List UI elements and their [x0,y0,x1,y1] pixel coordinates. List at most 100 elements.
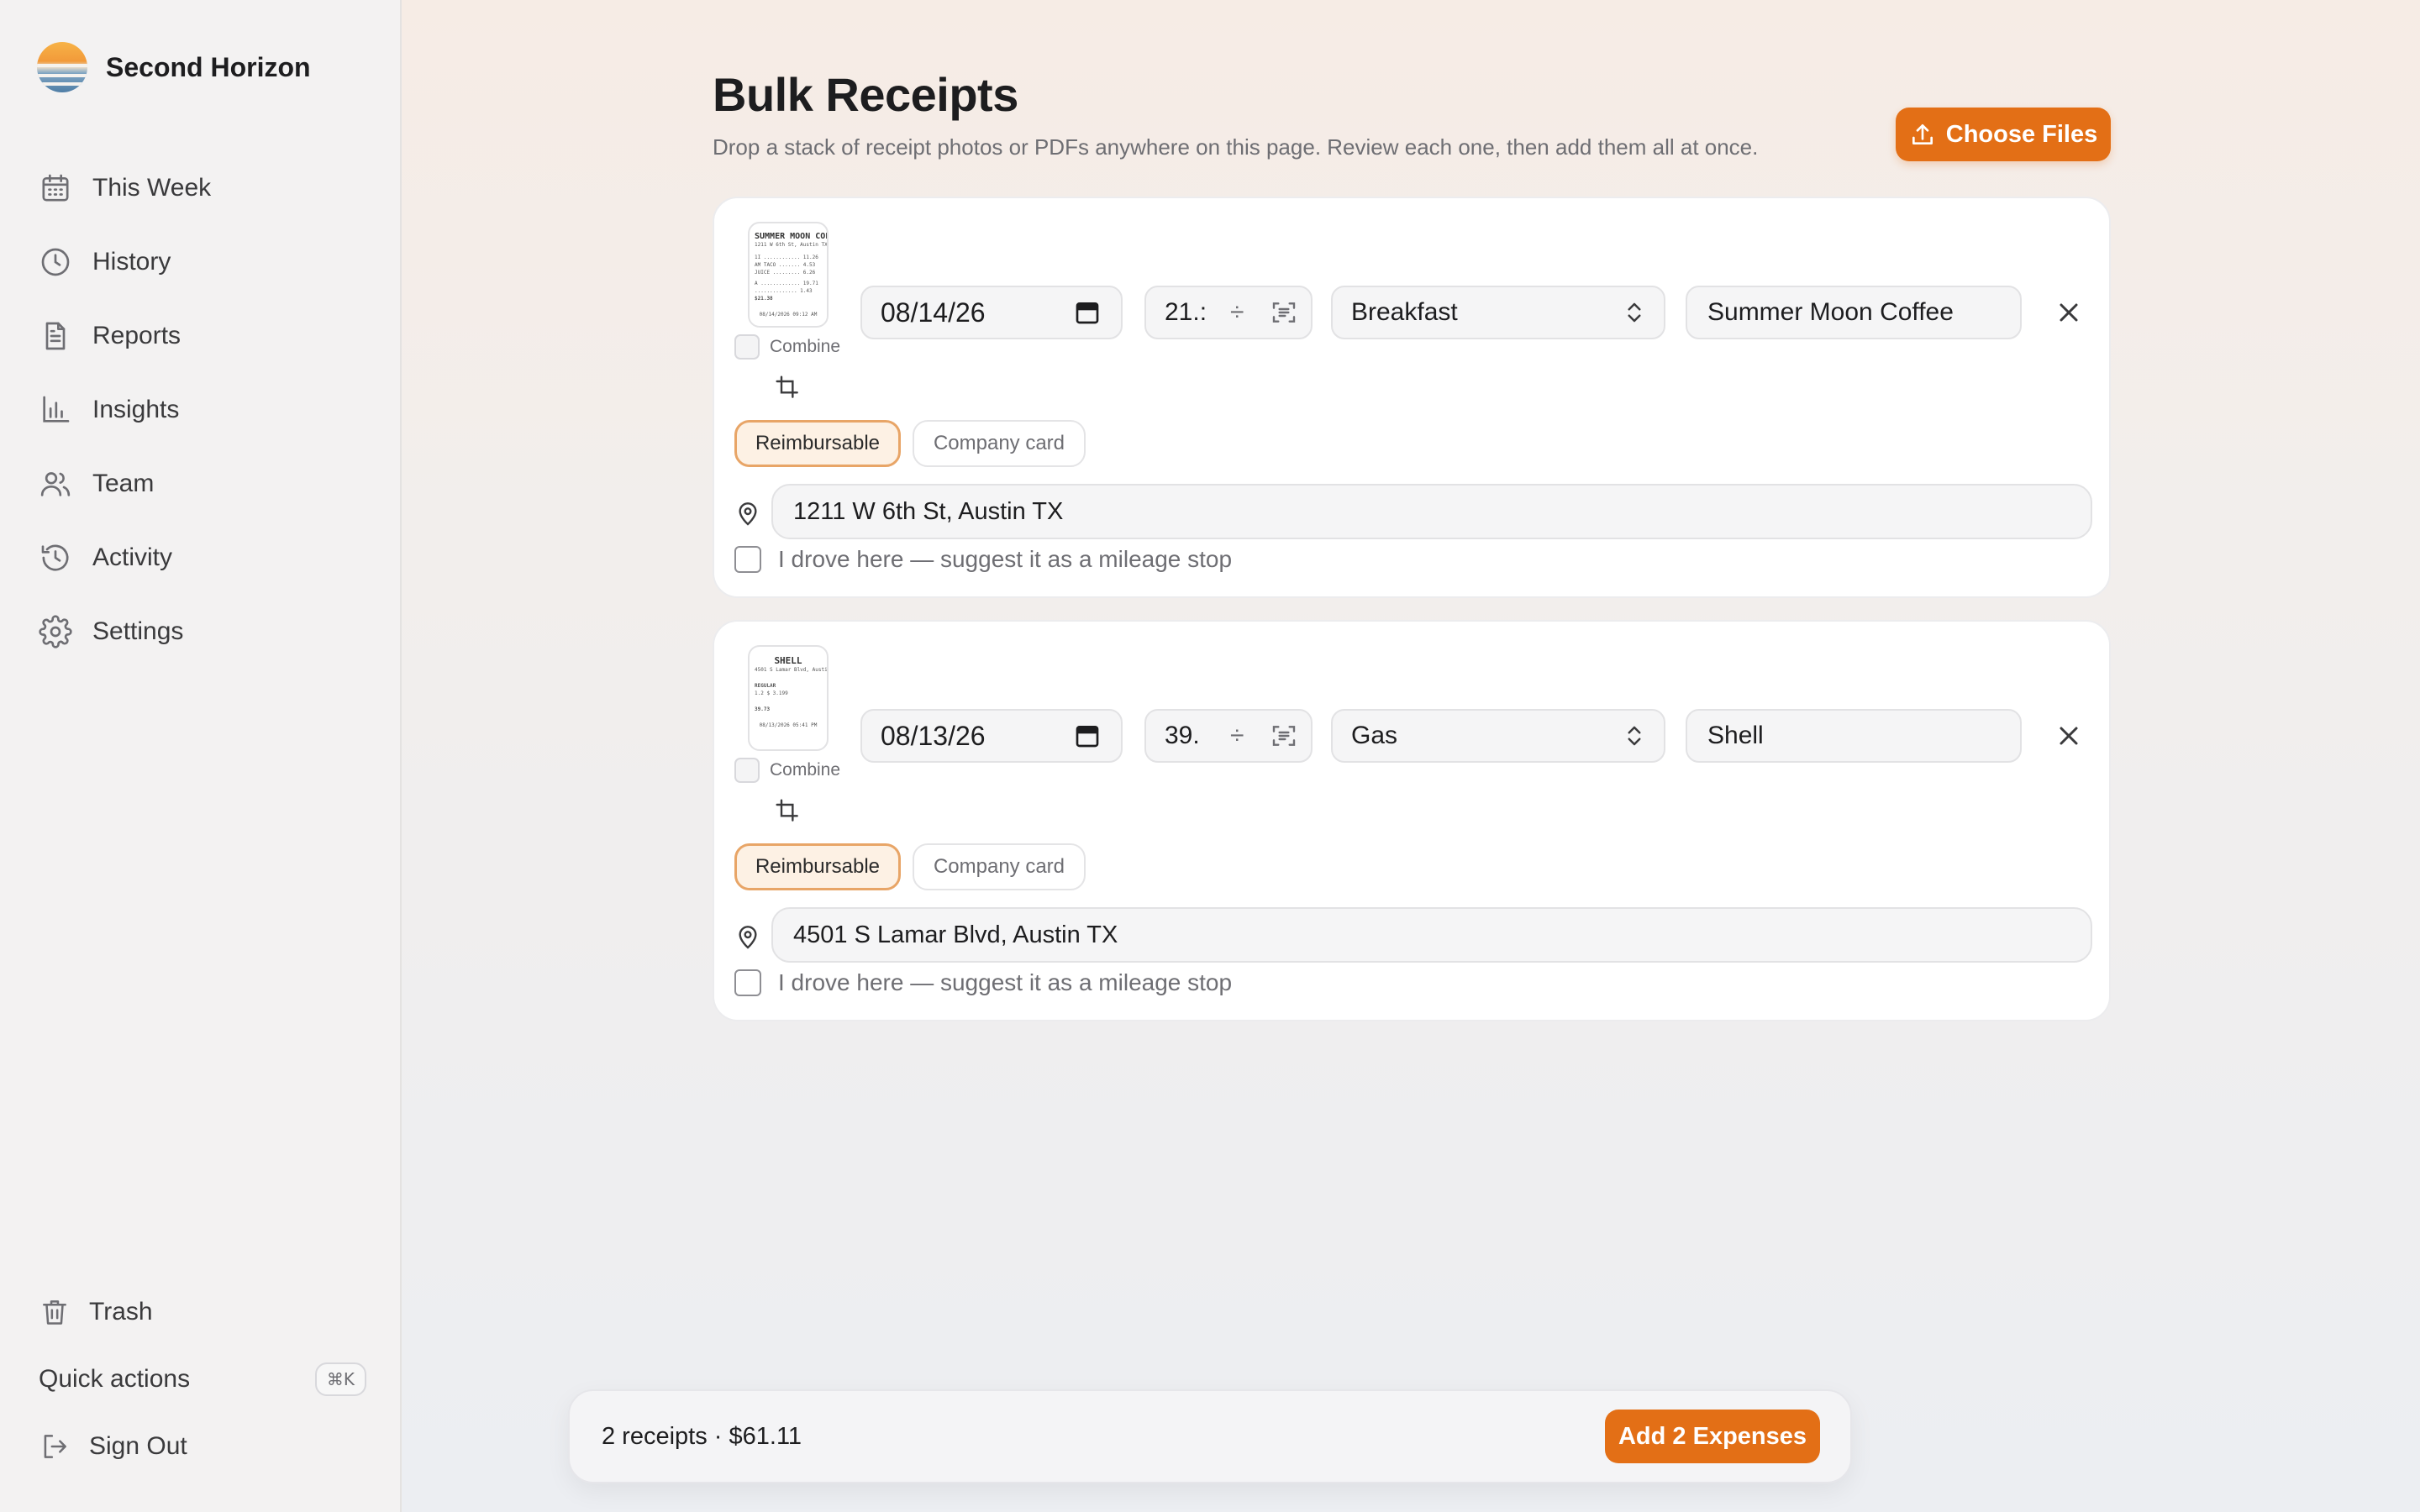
reimbursable-label: Reimbursable [755,432,881,454]
amount-input[interactable]: 21.: ÷ [1144,286,1313,339]
mileage-stop-option[interactable]: I drove here — suggest it as a mileage s… [734,969,1232,996]
reimbursable-toggle[interactable]: Reimbursable [734,420,901,467]
mileage-stop-checkbox[interactable] [734,546,761,573]
nav-label: Activity [92,543,173,571]
quick-actions[interactable]: Quick actions ⌘K [39,1346,366,1413]
split-icon[interactable]: ÷ [1230,298,1244,327]
brand-logo-icon [37,42,87,92]
trash-icon [43,1300,66,1325]
mileage-stop-option[interactable]: I drove here — suggest it as a mileage s… [734,546,1232,573]
combine-label: Combine [770,760,841,780]
amount-value: 39. [1165,722,1200,749]
merchant-value: Summer Moon Coffee [1707,298,1954,326]
main-nav: This Week History Reports Insights Team … [39,151,211,669]
combine-checkbox[interactable] [734,758,760,783]
category-value: Breakfast [1351,298,1458,326]
sign-out-icon [44,1435,66,1458]
address-value: 1211 W 6th St, Austin TX [793,497,1064,525]
nav-label: Team [92,470,155,497]
sign-out-label: Sign Out [89,1432,187,1460]
nav-item-team[interactable]: Team [39,447,211,521]
receipt-summary: 2 receipts · $61.11 [602,1423,802,1450]
nav-item-settings[interactable]: Settings [39,595,211,669]
receipt-thumbnail[interactable]: SHELL 4501 S Lamar Blvd, Austin REGULAR … [748,645,829,751]
mileage-stop-label: I drove here — suggest it as a mileage s… [778,969,1233,995]
history-icon [41,544,69,571]
add-expenses-label: Add 2 Expenses [1618,1422,1807,1450]
nav-item-this-week[interactable]: This Week [39,151,211,225]
page-title: Bulk Receipts [713,68,1018,121]
nav-label: Insights [92,396,180,423]
brand-name: Second Horizon [106,51,311,82]
mileage-stop-label: I drove here — suggest it as a mileage s… [778,546,1233,572]
thumbnail-title: SHELL [774,655,802,666]
reimbursable-label: Reimbursable [755,855,881,878]
reimbursable-toggle[interactable]: Reimbursable [734,843,901,890]
combine-toggle[interactable]: Combine [734,334,840,360]
sign-out-button[interactable]: Sign Out [39,1413,366,1480]
combine-label: Combine [770,337,841,356]
users-icon [40,472,71,496]
nav-item-trash[interactable]: Trash [39,1278,366,1346]
choose-files-label: Choose Files [1945,120,2098,148]
sidebar: Second Horizon This Week History Reports… [0,0,402,1512]
scan-icon[interactable] [1270,722,1297,749]
crop-icon[interactable] [775,375,802,402]
quick-actions-shortcut: ⌘K [314,1362,366,1396]
category-select[interactable]: Breakfast [1331,286,1665,339]
merchant-input[interactable]: Shell [1686,709,2022,763]
nav-label: Settings [92,617,184,645]
add-expenses-button[interactable]: Add 2 Expenses [1605,1410,1820,1463]
nav-label: This Week [92,174,212,202]
remove-receipt-icon[interactable] [2054,297,2084,328]
upload-icon [1912,124,1933,144]
combine-toggle[interactable]: Combine [734,758,840,783]
date-input[interactable]: 08/14/26 [860,286,1123,339]
bulk-summary-bar: 2 receipts · $61.11 Add 2 Expenses [568,1389,1852,1483]
category-select[interactable]: Gas [1331,709,1665,763]
bottom-nav: Trash Quick actions ⌘K Sign Out [39,1278,366,1480]
date-value: 08/13/26 [881,720,986,751]
receipt-thumbnail[interactable]: SUMMER MOON COFFE 1211 W 6th St, Austin … [748,222,829,328]
nav-item-history[interactable]: History [39,225,211,299]
nav-label: Reports [92,322,182,349]
crop-icon[interactable] [775,798,802,825]
nav-item-insights[interactable]: Insights [39,373,211,447]
gear-icon [39,615,72,648]
amount-value: 21.: [1165,298,1205,326]
address-input[interactable]: 1211 W 6th St, Austin TX [771,484,2092,539]
date-value: 08/14/26 [881,297,986,328]
nav-item-activity[interactable]: Activity [39,521,211,595]
document-icon [45,322,66,350]
date-input[interactable]: 08/13/26 [860,709,1123,763]
trash-label: Trash [89,1298,153,1326]
company-card-label: Company card [933,432,1065,454]
amount-input[interactable]: 39. ÷ [1144,709,1313,763]
quick-actions-label: Quick actions [39,1365,191,1393]
calendar-icon[interactable] [1074,722,1101,749]
nav-item-reports[interactable]: Reports [39,299,211,373]
mileage-stop-checkbox[interactable] [734,969,761,996]
choose-files-button[interactable]: Choose Files [1896,108,2111,161]
calendar-icon [42,174,69,202]
clock-icon [41,248,70,276]
split-icon[interactable]: ÷ [1230,722,1244,750]
brand[interactable]: Second Horizon [37,42,311,92]
address-input[interactable]: 4501 S Lamar Blvd, Austin TX [771,907,2092,963]
calendar-icon[interactable] [1074,299,1101,326]
combine-checkbox[interactable] [734,334,760,360]
location-pin-icon [739,502,757,526]
merchant-value: Shell [1707,722,1764,749]
location-pin-icon [739,926,757,949]
company-card-toggle[interactable]: Company card [913,843,1086,890]
company-card-toggle[interactable]: Company card [913,420,1086,467]
scan-icon[interactable] [1270,299,1297,326]
remove-receipt-icon[interactable] [2054,721,2084,751]
nav-label: History [92,248,171,276]
bar-chart-icon [43,396,70,423]
address-value: 4501 S Lamar Blvd, Austin TX [793,921,1118,948]
merchant-input[interactable]: Summer Moon Coffee [1686,286,2022,339]
thumbnail-title: SUMMER MOON COFFE [755,232,827,241]
chevron-up-down-icon [1628,726,1641,746]
receipt-card: SHELL 4501 S Lamar Blvd, Austin REGULAR … [713,620,2111,1021]
